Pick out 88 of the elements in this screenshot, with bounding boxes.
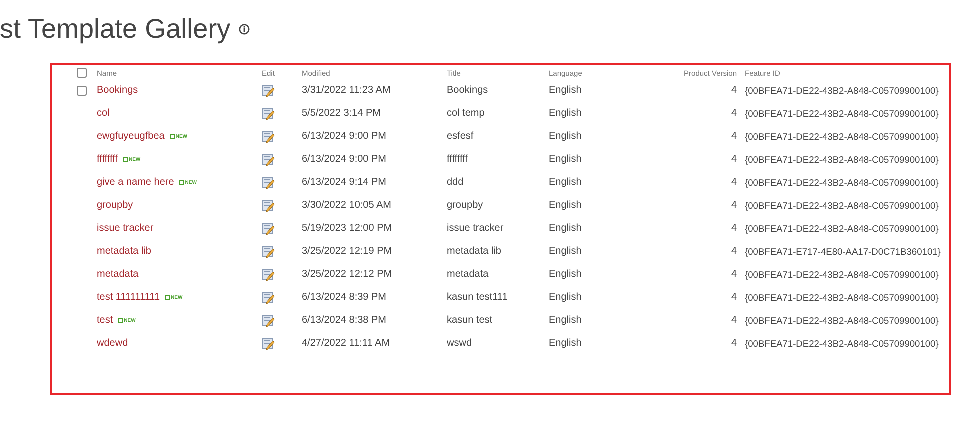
edit-icon[interactable] [262, 108, 275, 120]
table-cell: {00BFEA71-DE22-43B2-A848-C05709900100} [745, 224, 939, 234]
table-cell: English [549, 292, 582, 303]
table-cell: English [549, 108, 582, 119]
template-name-link[interactable]: ffffffff [97, 154, 118, 165]
table-cell: 3/25/2022 12:19 PM [302, 246, 392, 257]
table-cell: English [549, 246, 582, 257]
table-cell: ddd [447, 177, 464, 188]
table-cell: {00BFEA71-DE22-43B2-A848-C05709900100} [745, 108, 939, 118]
table-cell: 4 [731, 154, 737, 165]
table-cell: col temp [447, 108, 485, 119]
table-cell: metadata lib [447, 246, 502, 257]
table-cell: 6/13/2024 9:00 PM [302, 131, 387, 142]
table-cell: English [549, 269, 582, 280]
table-cell: {00BFEA71-DE22-43B2-A848-C05709900100} [745, 86, 939, 96]
table-cell: metadata [447, 269, 489, 280]
info-icon[interactable] [238, 24, 250, 34]
table-cell: 4 [731, 177, 737, 188]
edit-icon[interactable] [262, 314, 275, 326]
edit-icon[interactable] [262, 154, 275, 166]
template-name-link[interactable]: metadata [97, 269, 139, 280]
table-cell: 3/30/2022 10:05 AM [302, 200, 392, 211]
table-cell: {00BFEA71-DE22-43B2-A848-C05709900100} [745, 270, 939, 280]
template-name-link[interactable]: issue tracker [97, 223, 154, 234]
table-cell: 4 [731, 108, 737, 119]
table-cell: {00BFEA71-E717-4E80-AA17-D0C71B360101} [745, 246, 941, 256]
table-cell: 6/13/2024 9:00 PM [302, 154, 387, 165]
template-name-link[interactable]: test 111111111 [97, 292, 160, 303]
template-name-link[interactable]: give a name here [97, 177, 174, 188]
table-cell: 6/13/2024 9:14 PM [302, 177, 387, 188]
table-cell: {00BFEA71-DE22-43B2-A848-C05709900100} [745, 338, 939, 348]
table-cell: English [549, 338, 582, 349]
table-cell: 4 [731, 200, 737, 211]
table-cell: Bookings [447, 85, 488, 96]
page-title: st Template Gallery [0, 13, 231, 46]
table-cell: ffffffff [447, 154, 468, 165]
template-name-link[interactable]: col [97, 108, 110, 119]
template-name-link[interactable]: Bookings [97, 85, 138, 96]
table-cell: 6/13/2024 8:39 PM [302, 292, 387, 303]
table-cell: English [549, 315, 582, 326]
table-cell: {00BFEA71-DE22-43B2-A848-C05709900100} [745, 178, 939, 188]
table-cell: {00BFEA71-DE22-43B2-A848-C05709900100} [745, 292, 939, 302]
table-cell: English [549, 131, 582, 142]
select-all-checkbox[interactable] [77, 68, 87, 78]
edit-icon[interactable] [262, 176, 275, 188]
table-cell: wswd [447, 338, 472, 349]
table-cell: kasun test [447, 315, 493, 326]
table-cell: 5/19/2023 12:00 PM [302, 223, 392, 234]
table-cell: 3/31/2022 11:23 AM [302, 85, 391, 96]
template-name-link[interactable]: test [97, 315, 114, 326]
edit-icon[interactable] [262, 84, 275, 96]
table-cell: 4 [731, 223, 737, 234]
edit-icon[interactable] [262, 268, 275, 280]
table-cell: esfesf [447, 131, 474, 142]
table-cell: 5/5/2022 3:14 PM [302, 108, 381, 119]
table-cell: {00BFEA71-DE22-43B2-A848-C05709900100} [745, 132, 939, 142]
template-name-link[interactable]: groupby [97, 200, 134, 211]
table-cell: 6/13/2024 8:38 PM [302, 315, 387, 326]
table-cell: English [549, 223, 582, 234]
template-name-link[interactable]: metadata lib [97, 246, 152, 257]
table-cell: English [549, 200, 582, 211]
table-cell: groupby [447, 200, 484, 211]
table-cell: 4 [731, 292, 737, 303]
table-cell: 4 [731, 131, 737, 142]
table-cell: 4 [731, 269, 737, 280]
table-cell: English [549, 177, 582, 188]
template-name-link[interactable]: ewgfuyeugfbea [97, 131, 165, 142]
edit-icon[interactable] [262, 130, 275, 142]
edit-icon[interactable] [262, 338, 275, 350]
table-cell: 4 [731, 338, 737, 349]
table-cell: 4 [731, 85, 737, 96]
table-cell: English [549, 85, 582, 96]
table-cell: 4 [731, 246, 737, 257]
table-cell: 4/27/2022 11:11 AM [302, 338, 390, 349]
edit-icon[interactable] [262, 292, 275, 304]
edit-icon[interactable] [262, 246, 275, 258]
table-cell: 4 [731, 315, 737, 326]
table-cell: {00BFEA71-DE22-43B2-A848-C05709900100} [745, 316, 939, 326]
table-cell: issue tracker [447, 223, 504, 234]
row-checkbox[interactable] [77, 86, 87, 96]
edit-icon[interactable] [262, 222, 275, 234]
table-cell: 3/25/2022 12:12 PM [302, 269, 392, 280]
template-name-link[interactable]: wdewd [97, 338, 128, 349]
edit-icon[interactable] [262, 200, 275, 212]
table-cell: kasun test111 [447, 292, 508, 303]
table-cell: English [549, 154, 582, 165]
table-cell: {00BFEA71-DE22-43B2-A848-C05709900100} [745, 200, 939, 210]
table-cell: {00BFEA71-DE22-43B2-A848-C05709900100} [745, 154, 939, 164]
